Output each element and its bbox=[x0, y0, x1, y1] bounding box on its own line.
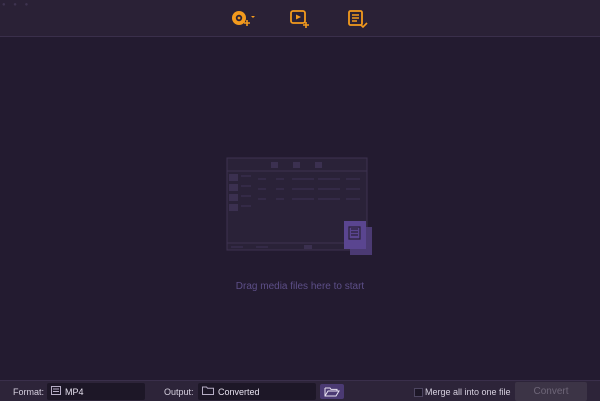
drag-hint-text: Drag media files here to start bbox=[235, 281, 365, 292]
format-select[interactable]: MP4 bbox=[47, 383, 145, 400]
add-video-button[interactable] bbox=[288, 8, 314, 30]
convert-button[interactable]: Convert bbox=[515, 382, 587, 401]
format-label: Format: bbox=[13, 387, 45, 397]
window-controls: ● ● ● bbox=[2, 2, 32, 8]
merge-checkbox[interactable] bbox=[414, 388, 423, 397]
media-files-illustration bbox=[226, 157, 376, 257]
top-toolbar: ● ● ● bbox=[0, 0, 600, 37]
merge-label: Merge all into one file bbox=[425, 387, 511, 397]
task-list-button[interactable] bbox=[345, 8, 371, 30]
folder-icon bbox=[202, 386, 214, 397]
video-format-icon bbox=[51, 386, 61, 397]
bottom-bar: Format: MP4 Output: Converted Merge all … bbox=[0, 380, 600, 401]
add-dvd-button[interactable] bbox=[230, 8, 256, 30]
browse-folder-button[interactable] bbox=[320, 384, 344, 399]
add-video-icon bbox=[290, 10, 309, 28]
output-value: Converted bbox=[218, 386, 260, 397]
task-list-icon bbox=[348, 10, 368, 29]
add-dvd-icon bbox=[232, 11, 255, 26]
open-folder-icon bbox=[324, 387, 340, 397]
drop-area[interactable]: Drag media files here to start bbox=[0, 37, 600, 380]
output-folder-field[interactable]: Converted bbox=[198, 383, 316, 400]
format-value: MP4 bbox=[65, 386, 84, 397]
output-label: Output: bbox=[164, 387, 194, 397]
